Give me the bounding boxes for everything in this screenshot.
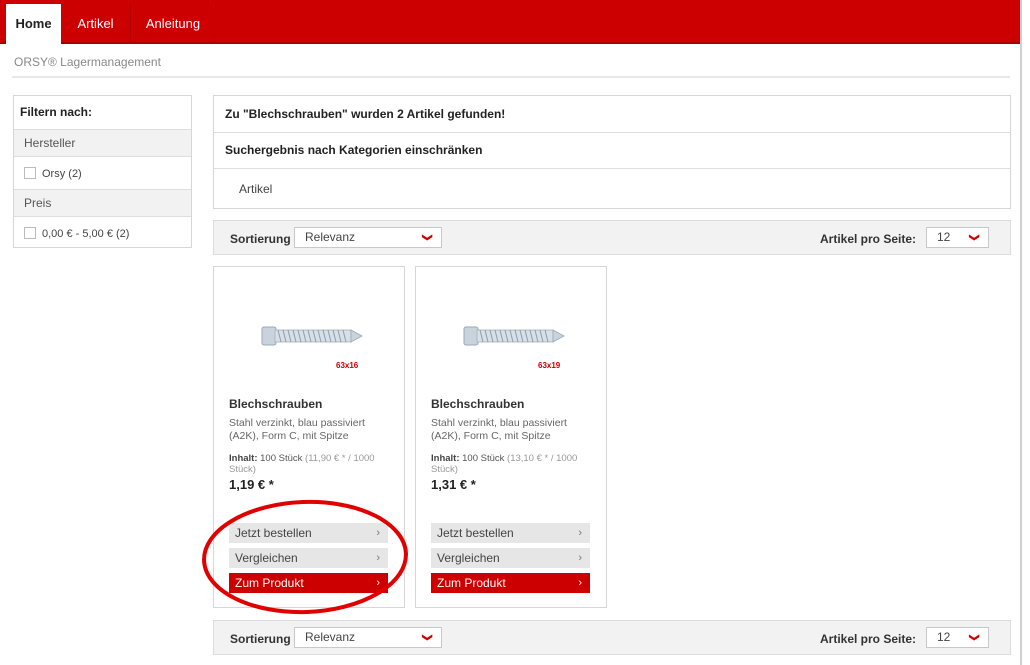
filter-option-label: Orsy (2) — [42, 168, 82, 180]
product-card: 63x16 Blechschrauben Stahl verzinkt, bla… — [213, 266, 405, 608]
chevron-right-icon: › — [578, 577, 582, 589]
product-card: 63x19 Blechschrauben Stahl verzinkt, bla… — [415, 266, 607, 608]
chevron-down-icon: ❯ — [421, 633, 433, 642]
view-product-button[interactable]: Zum Produkt › — [229, 573, 388, 593]
chevron-right-icon: › — [578, 552, 582, 564]
tab-artikel[interactable]: Artikel — [61, 4, 131, 44]
tab-anleitung[interactable]: Anleitung — [131, 4, 216, 44]
category-restrict-heading: Suchergebnis nach Kategorien einschränke… — [225, 143, 483, 157]
chevron-right-icon: › — [376, 527, 380, 539]
screw-product-image[interactable]: 63x16 — [254, 307, 369, 377]
product-description: Stahl verzinkt, blau passiviert (A2K), F… — [431, 417, 567, 442]
filter-option-orsy[interactable]: Orsy (2) — [24, 167, 82, 180]
product-title[interactable]: Blechschrauben — [431, 397, 524, 411]
button-label: Jetzt bestellen — [235, 526, 312, 540]
checkbox[interactable] — [24, 167, 36, 179]
chevron-down-icon: ❯ — [968, 633, 980, 642]
divider — [214, 168, 1010, 169]
per-page-value: 12 — [937, 230, 951, 244]
product-price: 1,31 € * — [431, 477, 476, 492]
compare-button[interactable]: Vergleichen › — [431, 548, 590, 568]
content-value: 100 Stück — [462, 453, 505, 464]
chevron-down-icon: ❯ — [421, 233, 433, 242]
chevron-down-icon: ❯ — [968, 233, 980, 242]
filter-panel: Filtern nach: Hersteller Orsy (2) Preis … — [13, 95, 192, 248]
per-page-select[interactable]: 12 ❯ — [926, 227, 989, 248]
sort-select[interactable]: Relevanz ❯ — [294, 627, 442, 648]
button-label: Zum Produkt — [235, 576, 304, 590]
size-tag: 63x19 — [538, 361, 561, 370]
filter-title: Filtern nach: — [20, 105, 93, 119]
button-label: Jetzt bestellen — [437, 526, 514, 540]
brand-title: ORSY® Lagermanagement — [14, 55, 161, 69]
per-page-value: 12 — [937, 630, 951, 644]
chevron-right-icon: › — [376, 552, 380, 564]
filter-group-preis[interactable]: Preis — [14, 189, 191, 217]
filter-option-price-range[interactable]: 0,00 € - 5,00 € (2) — [24, 227, 129, 240]
category-link-artikel[interactable]: Artikel — [239, 182, 272, 196]
tab-home[interactable]: Home — [6, 4, 61, 44]
product-title[interactable]: Blechschrauben — [229, 397, 322, 411]
checkbox[interactable] — [24, 227, 36, 239]
sort-value: Relevanz — [305, 230, 356, 244]
product-content-info: Inhalt: 100 Stück (13,10 € * / 1000 Stüc… — [431, 453, 596, 475]
divider — [12, 76, 1010, 78]
per-page-select[interactable]: 12 ❯ — [926, 627, 989, 648]
product-description: Stahl verzinkt, blau passiviert (A2K), F… — [229, 417, 365, 442]
button-label: Vergleichen — [437, 551, 500, 565]
filter-group-hersteller[interactable]: Hersteller — [14, 129, 191, 157]
button-label: Vergleichen — [235, 551, 298, 565]
sort-select[interactable]: Relevanz ❯ — [294, 227, 442, 248]
sort-bar-top: Sortierung Relevanz ❯ Artikel pro Seite:… — [213, 220, 1011, 255]
screw-product-image[interactable]: 63x19 — [456, 307, 571, 377]
product-price: 1,19 € * — [229, 477, 274, 492]
per-page-label: Artikel pro Seite: — [820, 632, 917, 646]
compare-button[interactable]: Vergleichen › — [229, 548, 388, 568]
chevron-right-icon: › — [578, 527, 582, 539]
content-label: Inhalt: — [431, 453, 460, 464]
product-content-info: Inhalt: 100 Stück (11,90 € * / 1000 Stüc… — [229, 453, 394, 475]
top-navigation: Home Artikel Anleitung — [0, 0, 1022, 44]
chevron-right-icon: › — [376, 577, 380, 589]
window-edge — [1020, 0, 1022, 665]
button-label: Zum Produkt — [437, 576, 506, 590]
divider — [214, 132, 1010, 133]
results-count-text: Zu "Blechschrauben" wurden 2 Artikel gef… — [225, 107, 506, 121]
sort-label: Sortierung — [230, 632, 291, 646]
order-now-button[interactable]: Jetzt bestellen › — [229, 523, 388, 543]
order-now-button[interactable]: Jetzt bestellen › — [431, 523, 590, 543]
size-tag: 63x16 — [336, 361, 359, 370]
results-panel: Zu "Blechschrauben" wurden 2 Artikel gef… — [213, 95, 1011, 209]
content-label: Inhalt: — [229, 453, 258, 464]
sort-value: Relevanz — [305, 630, 356, 644]
per-page-label: Artikel pro Seite: — [820, 232, 917, 246]
sort-bar-bottom: Sortierung Relevanz ❯ Artikel pro Seite:… — [213, 620, 1011, 655]
filter-option-label: 0,00 € - 5,00 € (2) — [42, 228, 130, 240]
content-value: 100 Stück — [260, 453, 303, 464]
view-product-button[interactable]: Zum Produkt › — [431, 573, 590, 593]
sort-label: Sortierung — [230, 232, 291, 246]
